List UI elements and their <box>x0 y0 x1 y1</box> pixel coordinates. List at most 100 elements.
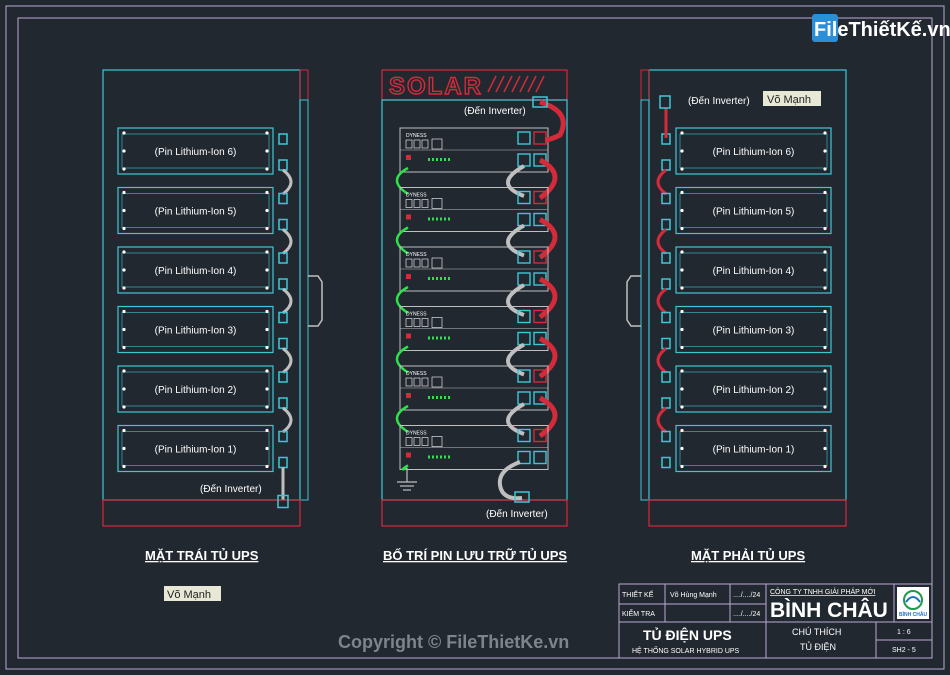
terminal-negative <box>278 397 288 409</box>
copyright-watermark: Copyright © FileThietKe.vn <box>338 632 569 652</box>
screw <box>122 190 126 195</box>
screw <box>265 208 269 213</box>
screw <box>122 405 126 409</box>
screw <box>122 250 126 254</box>
battery-label: (Pin Lithium-Ion 2) <box>713 385 795 396</box>
ground-symbol <box>397 468 417 491</box>
screw <box>122 309 126 314</box>
power-button <box>406 155 411 160</box>
dip-switch <box>405 318 413 327</box>
terminal-negative <box>661 397 671 409</box>
comm-port <box>431 436 443 447</box>
left-inverter-note: (Đến Inverter) <box>200 483 262 495</box>
battery-module: DYNESS <box>399 425 549 470</box>
status-led <box>428 158 430 161</box>
module-brand: DYNESS <box>406 312 427 318</box>
terminal-negative <box>661 337 671 350</box>
screw <box>265 345 269 350</box>
note-label: CHÚ THÍCH <box>792 627 841 637</box>
screw <box>823 250 827 254</box>
status-led <box>436 396 438 399</box>
company-logo: BÌNH CHÂU <box>897 587 929 619</box>
screw <box>680 345 684 350</box>
battery-pack: (Pin Lithium-Ion 2) <box>656 365 832 434</box>
terminal-positive <box>517 131 531 145</box>
watermark-logo: FileThiếtKế.vn <box>812 14 950 42</box>
terminal-negative <box>517 391 531 405</box>
status-led <box>440 396 442 399</box>
left-panel: (Pin Lithium-Ion 6) (Pin Lithium-Ion 5) (P… <box>102 69 323 563</box>
screw <box>823 369 827 373</box>
status-led <box>444 336 446 340</box>
dip-switch <box>413 318 421 327</box>
terminal-positive <box>661 371 671 383</box>
screw <box>823 131 827 135</box>
dip-switch <box>421 139 429 149</box>
status-led <box>444 455 446 459</box>
terminal-cyan <box>533 450 547 465</box>
screw <box>680 149 684 153</box>
screw <box>823 446 827 451</box>
dip-switch <box>405 377 413 387</box>
battery-pack: (Pin Lithium-Ion 4) <box>117 246 293 315</box>
battery-label: (Pin Lithium-Ion 3) <box>155 326 237 337</box>
terminal-negative <box>517 212 531 227</box>
status-led <box>436 277 438 280</box>
screw <box>122 167 126 171</box>
power-button <box>406 274 411 279</box>
terminal-negative <box>661 456 671 469</box>
screw <box>265 167 269 171</box>
link-cable <box>656 228 667 255</box>
terminal-negative <box>517 272 531 286</box>
status-led <box>436 217 438 221</box>
dip-switch <box>405 199 413 208</box>
battery-pack: (Pin Lithium-Ion 6) <box>656 127 832 196</box>
battery-label: (Pin Lithium-Ion 5) <box>713 207 795 218</box>
screw <box>265 405 269 409</box>
bottom-inverter-cable <box>497 460 523 501</box>
screw <box>680 428 684 433</box>
link-cable <box>282 168 293 196</box>
left-cabinet-edge-top <box>299 69 309 101</box>
screw <box>122 464 126 469</box>
solar-banner: SOLAR <box>389 73 483 100</box>
dip-switch <box>405 437 413 446</box>
screw <box>823 190 827 195</box>
dip-switch <box>413 139 421 149</box>
scale-value: 1 : 6 <box>897 629 911 636</box>
battery-pack: (Pin Lithium-Ion 1) <box>661 424 832 473</box>
terminal-positive <box>661 252 671 264</box>
screw <box>122 327 126 332</box>
link-cable <box>282 406 293 434</box>
designer-name: Võ Hùng Mạnh <box>670 592 717 599</box>
battery-label: (Pin Lithium-Ion 1) <box>713 445 795 456</box>
screw <box>823 327 827 332</box>
battery-pack: (Pin Lithium-Ion 3) <box>656 305 832 374</box>
module-brand: DYNESS <box>406 133 427 139</box>
status-led <box>448 396 450 399</box>
screw <box>680 369 684 373</box>
terminal-negative <box>278 159 288 171</box>
screw <box>680 387 684 391</box>
status-led <box>440 217 442 221</box>
screw <box>823 226 827 231</box>
status-led <box>448 158 450 161</box>
screw <box>265 131 269 135</box>
status-led <box>440 336 442 340</box>
battery-label: (Pin Lithium-Ion 1) <box>155 445 237 456</box>
left-cabinet-base <box>102 499 301 527</box>
screw <box>122 131 126 135</box>
screw <box>265 464 269 469</box>
screw <box>265 190 269 195</box>
status-led <box>440 455 442 459</box>
battery-pack: (Pin Lithium-Ion 5) <box>117 186 293 255</box>
link-cable <box>282 347 293 374</box>
terminal-positive <box>278 430 288 443</box>
status-led <box>444 158 446 161</box>
screw <box>265 286 269 290</box>
designer-label: THIẾT KẾ <box>622 589 654 599</box>
logo-caption: BÌNH CHÂU <box>899 610 927 618</box>
left-panel-title: MẶT TRÁI TỦ UPS <box>145 548 259 563</box>
screw <box>122 286 126 290</box>
screw <box>122 226 126 231</box>
